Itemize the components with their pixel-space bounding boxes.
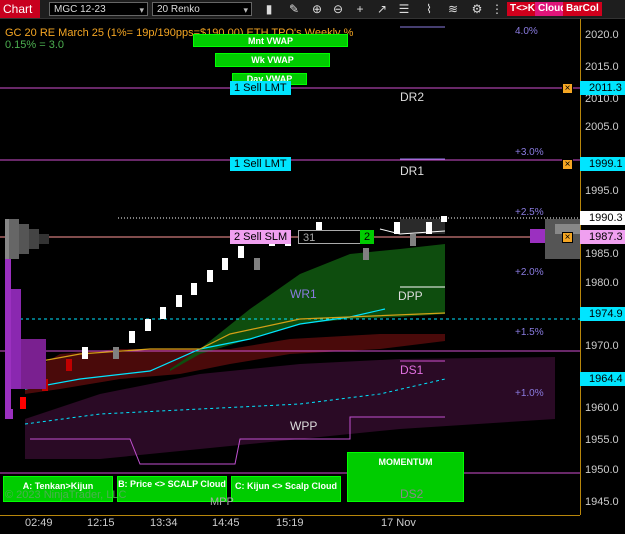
renko-brick [113,347,119,359]
bar-type-selector[interactable]: 20 Renko ▾ [152,2,252,16]
pencil-icon[interactable]: ✎ [287,2,301,16]
properties-icon[interactable]: ☰ [397,2,411,16]
sell-slm-order[interactable]: 2 Sell SLM [230,230,292,244]
y-tick: 2015.0 [585,61,619,73]
last-price: 1990.3 [580,211,625,225]
renko-brick [238,246,244,258]
mnt-vwap-label: Mnt VWAP [193,34,348,47]
renko-brick [82,347,88,359]
renko-brick [222,258,228,270]
zoom-in-icon[interactable]: ⊕ [310,2,324,16]
cancel-order-icon[interactable]: × [562,159,573,170]
bars-icon[interactable]: ▮ [262,2,276,16]
y-tick: 1970.0 [585,340,619,352]
y-tick: 1950.0 [585,464,619,476]
y-tick: 1955.0 [585,434,619,446]
renko-brick [441,216,447,222]
kijun-scalp-cloud-button[interactable]: C: Kijun <> Scalp Cloud [231,476,341,502]
mpp-label: MPP [210,496,234,508]
zoom-out-icon[interactable]: ⊖ [331,2,345,16]
y-tick: 1985.0 [585,248,619,260]
order-price-3: 1987.3 [580,230,625,244]
renko-brick [426,222,432,234]
pct-label-3: +3.0% [515,147,544,158]
renko-brick [191,283,197,295]
ds1-label: DS1 [400,363,424,377]
renko-brick [207,270,213,282]
order-qty[interactable]: 31 [298,230,362,244]
y-tick: 1995.0 [585,185,619,197]
y-tick: 1980.0 [585,277,619,289]
pct-label-2: +2.0% [515,267,544,278]
x-tick: 15:19 [276,517,304,529]
order-price-1: 2011.3 [580,81,625,95]
renko-brick [363,248,369,260]
dpp-label: DPP [398,289,423,303]
chevron-down-icon: ▾ [139,5,144,15]
renko-brick [254,258,260,270]
barcol-toggle[interactable]: BarCol [563,2,602,16]
copyright: © 2023 NinjaTrader, LLC [5,489,127,501]
order-count[interactable]: 2 [360,230,375,244]
instrument-label: MGC 12-23 [54,4,106,15]
x-tick: 02:49 [25,517,53,529]
ds2-label: DS2 [400,487,424,501]
y-tick: 1945.0 [585,496,619,508]
toolbar: Chart MGC 12-23 ▾ 20 Renko ▾ ▮ ✎ ⊕ ⊖ + ↗ ☰… [0,0,625,19]
strategy-icon[interactable]: ≋ [446,2,460,16]
tk-toggle[interactable]: T<>K [507,2,539,16]
y-tick: 2005.0 [585,121,619,133]
cancel-order-icon[interactable]: × [562,83,573,94]
renko-brick [410,234,416,246]
chart-plot-area[interactable]: GC 20 RE March 25 (1%= 19p/190pps=$190.0… [0,19,580,515]
pct-label-1: +1.0% [515,388,544,399]
pct-label-4: 4.0% [515,26,538,37]
renko-brick [20,397,26,409]
bar-type-label: 20 Renko [157,4,200,15]
pct-label-25: +2.5% [515,207,544,218]
y-tick: 2020.0 [585,29,619,41]
renko-brick [145,319,151,331]
indicators-icon[interactable]: ⌇ [422,2,436,16]
instrument-selector[interactable]: MGC 12-23 ▾ [49,2,148,16]
renko-brick [66,359,72,371]
renko-brick [176,295,182,307]
renko-brick [129,331,135,343]
x-tick: 13:34 [150,517,178,529]
chart-type-icon[interactable]: ⋮ [490,2,504,16]
gear-icon[interactable]: ⚙ [470,2,484,16]
cancel-order-icon[interactable]: × [562,232,573,243]
renko-brick [160,307,166,319]
dr1-label: DR1 [400,164,425,178]
wk-vwap-label: Wk VWAP [215,53,330,67]
wr1-label: WR1 [290,287,317,301]
chart-subtitle: 0.15% = 3.0 [5,39,65,51]
cloud-price: 1964.4 [580,372,625,386]
draw-icon[interactable]: ↗ [375,2,389,16]
y-tick: 1960.0 [585,402,619,414]
sell-lmt-order-1[interactable]: 1 Sell LMT [230,81,291,95]
chart-tab[interactable]: Chart [0,0,40,18]
dr2-label: DR2 [400,90,425,104]
pct-label-15: +1.5% [515,327,544,338]
sell-lmt-order-2[interactable]: 1 Sell LMT [230,157,291,171]
x-tick: 17 Nov [381,517,416,529]
renko-brick [394,222,400,234]
wpp-label: WPP [290,419,318,433]
kijun-price: 1974.9 [580,307,625,321]
chevron-down-icon: ▾ [243,5,248,15]
x-tick: 12:15 [87,517,115,529]
crosshair-icon[interactable]: + [353,2,367,16]
order-price-2: 1999.1 [580,157,625,171]
x-tick: 14:45 [212,517,240,529]
